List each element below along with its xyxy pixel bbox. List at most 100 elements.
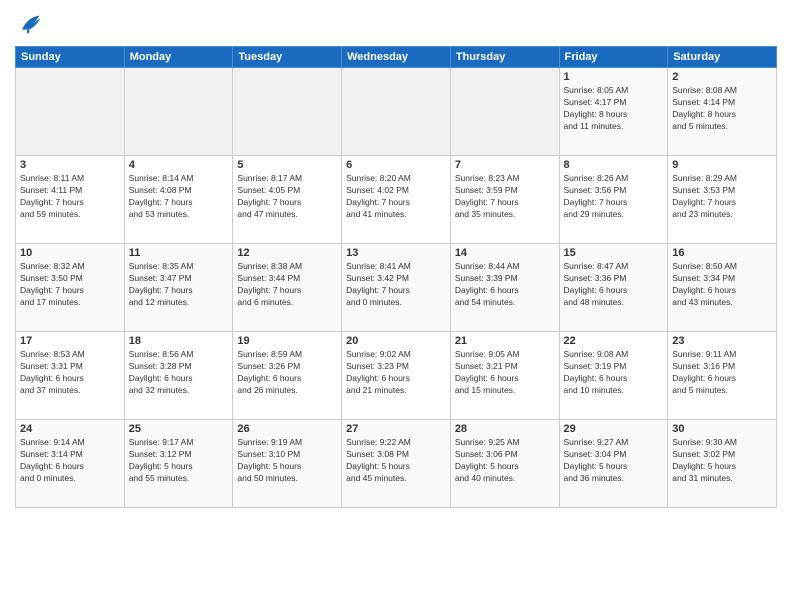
day-number: 2: [672, 71, 772, 83]
day-number: 16: [672, 247, 772, 259]
calendar-cell: [342, 68, 451, 156]
calendar-cell: [233, 68, 342, 156]
weekday-header-tuesday: Tuesday: [233, 47, 342, 68]
weekday-header-monday: Monday: [124, 47, 233, 68]
day-number: 8: [564, 159, 664, 171]
week-row-3: 10 Sunrise: 8:32 AM Sunset: 3:50 PM Dayli…: [16, 244, 777, 332]
calendar-cell: 14 Sunrise: 8:44 AM Sunset: 3:39 PM Dayli…: [450, 244, 559, 332]
calendar-cell: [16, 68, 125, 156]
calendar-cell: 3 Sunrise: 8:11 AM Sunset: 4:11 PM Daylig…: [16, 156, 125, 244]
day-info: Sunrise: 8:20 AM Sunset: 4:02 PM Dayligh…: [346, 173, 446, 221]
day-number: 5: [237, 159, 337, 171]
logo-icon: [15, 10, 43, 38]
week-row-1: 1 Sunrise: 8:05 AM Sunset: 4:17 PM Daylig…: [16, 68, 777, 156]
day-number: 14: [455, 247, 555, 259]
day-number: 23: [672, 335, 772, 347]
day-number: 9: [672, 159, 772, 171]
calendar-cell: 11Sunrise: 8:35 AM Sunset: 3:47 PM Dayli…: [124, 244, 233, 332]
week-row-2: 3 Sunrise: 8:11 AM Sunset: 4:11 PM Daylig…: [16, 156, 777, 244]
day-info: Sunrise: 9:19 AM Sunset: 3:10 PM Dayligh…: [237, 437, 337, 485]
day-info: Sunrise: 8:41 AM Sunset: 3:42 PM Dayligh…: [346, 261, 446, 309]
day-info: Sunrise: 8:11 AM Sunset: 4:11 PM Dayligh…: [20, 173, 120, 221]
day-info: Sunrise: 9:14 AM Sunset: 3:14 PM Dayligh…: [20, 437, 120, 485]
day-number: 28: [455, 423, 555, 435]
day-number: 15: [564, 247, 664, 259]
day-info: Sunrise: 8:44 AM Sunset: 3:39 PM Dayligh…: [455, 261, 555, 309]
calendar-cell: 10 Sunrise: 8:32 AM Sunset: 3:50 PM Dayli…: [16, 244, 125, 332]
day-number: 26: [237, 423, 337, 435]
calendar-cell: 29 Sunrise: 9:27 AM Sunset: 3:04 PM Dayli…: [559, 420, 668, 508]
day-number: 11: [129, 247, 229, 259]
weekday-header-sunday: Sunday: [16, 47, 125, 68]
day-number: 25: [129, 423, 229, 435]
day-info: Sunrise: 9:05 AM Sunset: 3:21 PM Dayligh…: [455, 349, 555, 397]
day-info: Sunrise: 8:23 AM Sunset: 3:59 PM Dayligh…: [455, 173, 555, 221]
day-info: Sunrise: 8:38 AM Sunset: 3:44 PM Dayligh…: [237, 261, 337, 309]
day-info: Sunrise: 9:30 AM Sunset: 3:02 PM Dayligh…: [672, 437, 772, 485]
day-number: 1: [564, 71, 664, 83]
calendar-cell: 12 Sunrise: 8:38 AM Sunset: 3:44 PM Dayli…: [233, 244, 342, 332]
calendar-cell: 23 Sunrise: 9:11 AM Sunset: 3:16 PM Dayli…: [668, 332, 777, 420]
day-info: Sunrise: 9:17 AM Sunset: 3:12 PM Dayligh…: [129, 437, 229, 485]
calendar-table: SundayMondayTuesdayWednesdayThursdayFrid…: [15, 46, 777, 508]
day-info: Sunrise: 8:32 AM Sunset: 3:50 PM Dayligh…: [20, 261, 120, 309]
calendar-cell: 25 Sunrise: 9:17 AM Sunset: 3:12 PM Dayli…: [124, 420, 233, 508]
day-info: Sunrise: 9:25 AM Sunset: 3:06 PM Dayligh…: [455, 437, 555, 485]
day-info: Sunrise: 8:53 AM Sunset: 3:31 PM Dayligh…: [20, 349, 120, 397]
calendar-cell: 13 Sunrise: 8:41 AM Sunset: 3:42 PM Dayli…: [342, 244, 451, 332]
day-info: Sunrise: 9:11 AM Sunset: 3:16 PM Dayligh…: [672, 349, 772, 397]
day-info: Sunrise: 8:17 AM Sunset: 4:05 PM Dayligh…: [237, 173, 337, 221]
day-number: 20: [346, 335, 446, 347]
calendar-cell: 7Sunrise: 8:23 AM Sunset: 3:59 PM Daylig…: [450, 156, 559, 244]
weekday-header-saturday: Saturday: [668, 47, 777, 68]
day-number: 4: [129, 159, 229, 171]
day-number: 19: [237, 335, 337, 347]
calendar-cell: 27Sunrise: 9:22 AM Sunset: 3:08 PM Dayli…: [342, 420, 451, 508]
day-info: Sunrise: 8:59 AM Sunset: 3:26 PM Dayligh…: [237, 349, 337, 397]
day-info: Sunrise: 8:08 AM Sunset: 4:14 PM Dayligh…: [672, 85, 772, 133]
day-number: 6: [346, 159, 446, 171]
header: [15, 10, 777, 38]
calendar-cell: 5 Sunrise: 8:17 AM Sunset: 4:05 PM Daylig…: [233, 156, 342, 244]
day-info: Sunrise: 8:26 AM Sunset: 3:56 PM Dayligh…: [564, 173, 664, 221]
calendar-cell: [124, 68, 233, 156]
calendar-cell: 4 Sunrise: 8:14 AM Sunset: 4:08 PM Daylig…: [124, 156, 233, 244]
day-info: Sunrise: 8:47 AM Sunset: 3:36 PM Dayligh…: [564, 261, 664, 309]
day-number: 21: [455, 335, 555, 347]
calendar-cell: 15 Sunrise: 8:47 AM Sunset: 3:36 PM Dayli…: [559, 244, 668, 332]
day-number: 12: [237, 247, 337, 259]
day-number: 17: [20, 335, 120, 347]
logo: [15, 10, 47, 38]
calendar-cell: 17 Sunrise: 8:53 AM Sunset: 3:31 PM Dayli…: [16, 332, 125, 420]
day-info: Sunrise: 8:14 AM Sunset: 4:08 PM Dayligh…: [129, 173, 229, 221]
calendar-cell: 6 Sunrise: 8:20 AM Sunset: 4:02 PM Daylig…: [342, 156, 451, 244]
calendar-cell: [450, 68, 559, 156]
calendar-cell: 28 Sunrise: 9:25 AM Sunset: 3:06 PM Dayli…: [450, 420, 559, 508]
day-info: Sunrise: 8:05 AM Sunset: 4:17 PM Dayligh…: [564, 85, 664, 133]
day-info: Sunrise: 9:27 AM Sunset: 3:04 PM Dayligh…: [564, 437, 664, 485]
day-number: 13: [346, 247, 446, 259]
day-info: Sunrise: 9:02 AM Sunset: 3:23 PM Dayligh…: [346, 349, 446, 397]
weekday-header-wednesday: Wednesday: [342, 47, 451, 68]
calendar-cell: 2 Sunrise: 8:08 AM Sunset: 4:14 PM Daylig…: [668, 68, 777, 156]
weekday-header-thursday: Thursday: [450, 47, 559, 68]
day-number: 10: [20, 247, 120, 259]
day-number: 18: [129, 335, 229, 347]
calendar-cell: 1 Sunrise: 8:05 AM Sunset: 4:17 PM Daylig…: [559, 68, 668, 156]
calendar-cell: 26 Sunrise: 9:19 AM Sunset: 3:10 PM Dayli…: [233, 420, 342, 508]
calendar-page: SundayMondayTuesdayWednesdayThursdayFrid…: [0, 0, 792, 612]
day-info: Sunrise: 8:56 AM Sunset: 3:28 PM Dayligh…: [129, 349, 229, 397]
day-number: 30: [672, 423, 772, 435]
week-row-4: 17 Sunrise: 8:53 AM Sunset: 3:31 PM Dayli…: [16, 332, 777, 420]
day-number: 22: [564, 335, 664, 347]
day-number: 29: [564, 423, 664, 435]
weekday-header-friday: Friday: [559, 47, 668, 68]
calendar-cell: 24Sunrise: 9:14 AM Sunset: 3:14 PM Dayli…: [16, 420, 125, 508]
calendar-cell: 20 Sunrise: 9:02 AM Sunset: 3:23 PM Dayli…: [342, 332, 451, 420]
calendar-cell: 30 Sunrise: 9:30 AM Sunset: 3:02 PM Dayli…: [668, 420, 777, 508]
calendar-cell: 9Sunrise: 8:29 AM Sunset: 3:53 PM Daylig…: [668, 156, 777, 244]
day-info: Sunrise: 9:08 AM Sunset: 3:19 PM Dayligh…: [564, 349, 664, 397]
day-number: 3: [20, 159, 120, 171]
calendar-cell: 19 Sunrise: 8:59 AM Sunset: 3:26 PM Dayli…: [233, 332, 342, 420]
calendar-cell: 8 Sunrise: 8:26 AM Sunset: 3:56 PM Daylig…: [559, 156, 668, 244]
